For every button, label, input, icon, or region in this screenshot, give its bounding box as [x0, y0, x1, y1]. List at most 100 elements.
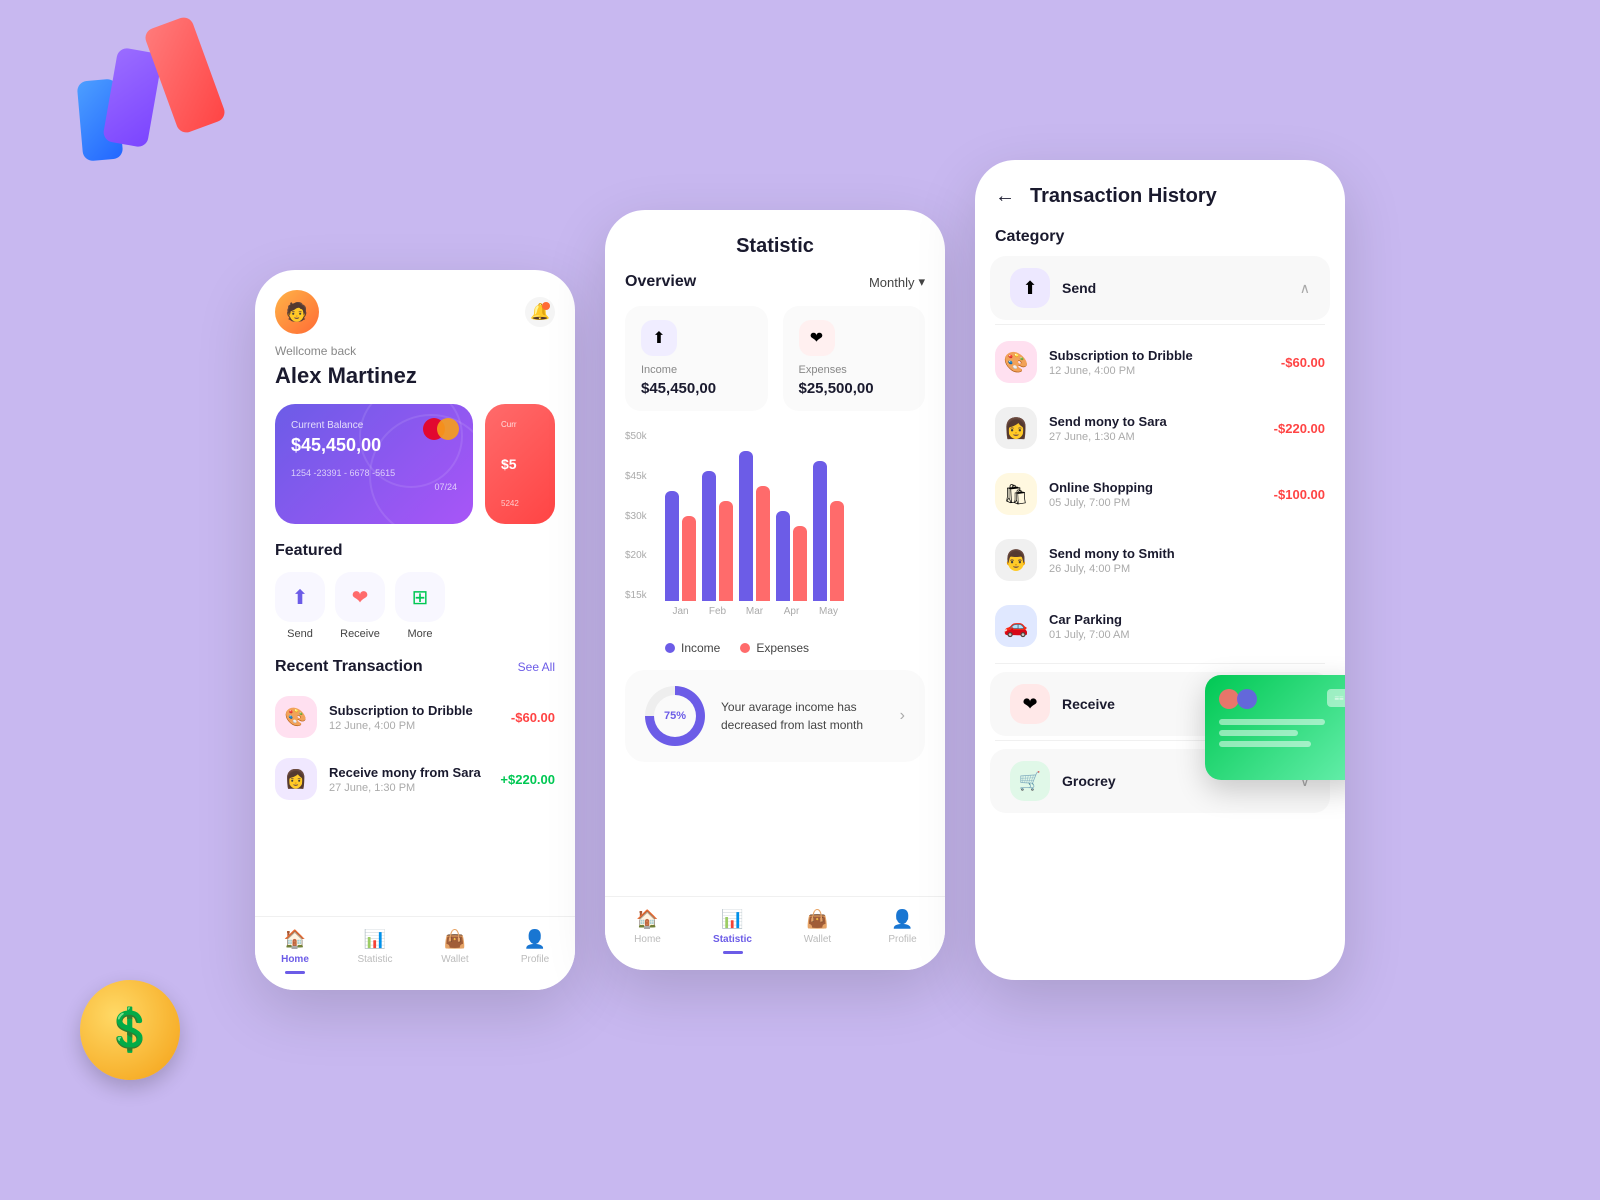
cc-line-1 [1219, 719, 1325, 725]
receive-category-left: ❤ Receive [1010, 684, 1115, 724]
history-item-sara[interactable]: 👩 Send mony to Sara 27 June, 1:30 AM -$2… [975, 395, 1345, 461]
hi-info-dribbble: Subscription to Dribble 12 June, 4:00 PM [1049, 348, 1269, 377]
hi-info-smith: Send mony to Smith 26 July, 4:00 PM [1049, 546, 1313, 575]
stat-active-bar [723, 951, 743, 954]
send-icon: ⬆ [275, 572, 325, 622]
statistic-nav-label: Statistic [357, 954, 392, 965]
hi-info-parking: Car Parking 01 July, 7:00 AM [1049, 612, 1313, 641]
stat-nav-statistic[interactable]: 📊 Statistic [690, 909, 775, 954]
tx-date-sara: 27 June, 1:30 PM [329, 782, 488, 794]
sara-avatar: 👩 [995, 407, 1037, 449]
receive-category-label: Receive [1062, 696, 1115, 712]
card-label: Current Balance [291, 420, 457, 431]
history-item-parking[interactable]: 🚗 Car Parking 01 July, 7:00 AM [975, 593, 1345, 659]
divider-1 [995, 324, 1325, 325]
chart-y-labels: $50k $45k $30k $20k $15k [625, 431, 647, 601]
nav-wallet[interactable]: 👜 Wallet [415, 929, 495, 974]
hi-date-shopping: 05 July, 7:00 PM [1049, 497, 1262, 509]
cc-chip: ≡≡ [1327, 689, 1345, 707]
card-expiry: 07/24 [291, 482, 457, 492]
cc-lines [1219, 719, 1345, 747]
progress-card[interactable]: 75% Your avarage income has decreased fr… [625, 670, 925, 762]
receive-icon: ❤ [335, 572, 385, 622]
stat-profile-icon: 👤 [891, 909, 913, 930]
arrow-right-icon[interactable]: › [900, 707, 905, 725]
bar-apr-income [776, 511, 790, 601]
see-all-button[interactable]: See All [518, 660, 555, 674]
hi-name-parking: Car Parking [1049, 612, 1313, 627]
stat-statistic-label: Statistic [713, 934, 752, 945]
nav-statistic[interactable]: 📊 Statistic [335, 929, 415, 974]
period-selector[interactable]: Monthly ▾ [869, 274, 925, 290]
notification-bell[interactable]: 🔔 [525, 297, 555, 327]
hi-date-sara: 27 June, 1:30 AM [1049, 431, 1262, 443]
home-nav-label: Home [281, 954, 309, 965]
hi-date-smith: 26 July, 4:00 PM [1049, 563, 1313, 575]
overview-row: Overview Monthly ▾ [605, 273, 945, 306]
credit-card-decoration: ≡≡ [1205, 675, 1345, 780]
nav-profile[interactable]: 👤 Profile [495, 929, 575, 974]
main-card[interactable]: Current Balance $45,450,00 1254 -23391 -… [275, 404, 473, 524]
nav-home[interactable]: 🏠 Home [255, 929, 335, 974]
legend-income: Income [665, 641, 720, 655]
secondary-card[interactable]: Curr $5 5242 [485, 404, 555, 524]
stat-wallet-icon: 👜 [806, 909, 828, 930]
cc-line-2 [1219, 730, 1298, 736]
card-amount: $45,450,00 [291, 435, 457, 456]
dribbble-icon: 🎨 [275, 696, 317, 738]
x-mar: Mar [739, 606, 770, 617]
progress-percent: 75% [664, 710, 686, 722]
smith-avatar: 👨 [995, 539, 1037, 581]
send-category-row[interactable]: ⬆ Send ∧ [990, 256, 1330, 320]
transaction-item-sara[interactable]: 👩 Receive mony from Sara 27 June, 1:30 P… [255, 748, 575, 810]
x-may: May [813, 606, 844, 617]
hi-amount-sara: -$220.00 [1274, 421, 1325, 436]
bar-may-income [813, 461, 827, 601]
transaction-item-dribbble[interactable]: 🎨 Subscription to Dribble 12 June, 4:00 … [255, 686, 575, 748]
sec-card-number: 5242 [501, 499, 539, 508]
income-label: Income [641, 364, 752, 376]
sara-icon: 👩 [275, 758, 317, 800]
statistic-nav-icon: 📊 [364, 929, 386, 950]
stat-nav-profile[interactable]: 👤 Profile [860, 909, 945, 954]
send-button[interactable]: ⬆ Send [275, 572, 325, 640]
history-item-smith[interactable]: 👨 Send mony to Smith 26 July, 4:00 PM [975, 527, 1345, 593]
bar-group-jan [665, 491, 696, 601]
expenses-amount: $25,500,00 [799, 380, 910, 397]
bar-chart: $50k $45k $30k $20k $15k [605, 431, 945, 631]
tx-amount-sara: +$220.00 [500, 772, 555, 787]
history-item-dribbble[interactable]: 🎨 Subscription to Dribble 12 June, 4:00 … [975, 329, 1345, 395]
wallet-nav-label: Wallet [441, 954, 468, 965]
receive-category-icon: ❤ [1010, 684, 1050, 724]
stat-nav-home[interactable]: 🏠 Home [605, 909, 690, 954]
stat-nav-wallet[interactable]: 👜 Wallet [775, 909, 860, 954]
tx-name-sara: Receive mony from Sara [329, 765, 488, 780]
chart-bars-container [665, 431, 925, 601]
wallet-nav-icon: 👜 [444, 929, 466, 950]
bottom-navigation: 🏠 Home 📊 Statistic 👜 Wallet 👤 Profile [255, 916, 575, 990]
legend-expenses: Expenses [740, 641, 809, 655]
bar-mar-income [739, 451, 753, 601]
divider-2 [995, 663, 1325, 664]
chart-legend: Income Expenses [605, 631, 945, 670]
bar-feb-expense [719, 501, 733, 601]
statistics-title: Statistic [605, 210, 945, 273]
bar-apr-expense [793, 526, 807, 601]
expenses-label: Expenses [799, 364, 910, 376]
welcome-text: Wellcome back [255, 344, 575, 363]
profile-nav-label: Profile [521, 954, 549, 965]
bar-may-expense [830, 501, 844, 601]
more-label: More [407, 628, 432, 640]
x-apr: Apr [776, 606, 807, 617]
back-button[interactable]: ← [995, 185, 1015, 208]
tx-amount-dribbble: -$60.00 [511, 710, 555, 725]
more-button[interactable]: ⊞ More [395, 572, 445, 640]
y-label-45k: $45k [625, 471, 647, 482]
cc-circle-purple [1237, 689, 1257, 709]
receive-button[interactable]: ❤ Receive [335, 572, 385, 640]
history-item-shopping[interactable]: 🛍 Online Shopping 05 July, 7:00 PM -$100… [975, 461, 1345, 527]
grocery-category-icon: 🛒 [1010, 761, 1050, 801]
tx-date-dribbble: 12 June, 4:00 PM [329, 720, 499, 732]
hi-info-shopping: Online Shopping 05 July, 7:00 PM [1049, 480, 1262, 509]
legend-expenses-label: Expenses [756, 641, 809, 655]
